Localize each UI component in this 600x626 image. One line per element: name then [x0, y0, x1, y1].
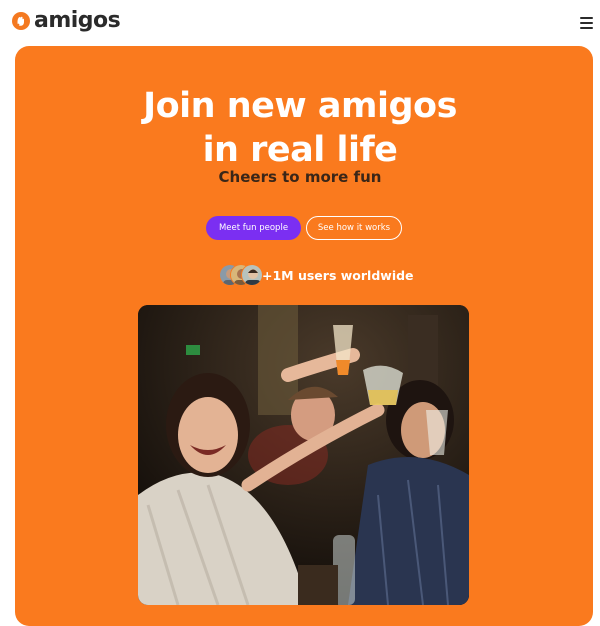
brand-logo[interactable]: amigos	[11, 8, 121, 33]
hero-photo	[138, 305, 469, 605]
hamburger-menu-icon[interactable]	[578, 15, 596, 31]
top-navigation-bar: amigos	[0, 0, 600, 46]
hero-title-line-2: in real life	[202, 130, 398, 170]
brand-name: amigos	[34, 8, 121, 33]
avatar	[241, 264, 263, 286]
friends-toasting-photo	[138, 305, 469, 605]
menu-line	[580, 17, 593, 19]
menu-line	[580, 22, 593, 24]
see-how-it-works-button[interactable]: See how it works	[306, 216, 402, 240]
users-count-row: +1M users worldwide	[219, 264, 414, 286]
menu-line	[580, 27, 593, 29]
hero-subtitle: Cheers to more fun	[218, 168, 382, 186]
hero-title-line-1: Join new amigos	[143, 86, 457, 126]
meet-fun-people-button[interactable]: Meet fun people	[206, 216, 301, 240]
hand-wave-icon	[12, 12, 30, 30]
users-worldwide-text: +1M users worldwide	[262, 267, 414, 283]
user-avatars	[219, 264, 263, 286]
hero-title: Join new amigos in real life	[0, 84, 600, 172]
